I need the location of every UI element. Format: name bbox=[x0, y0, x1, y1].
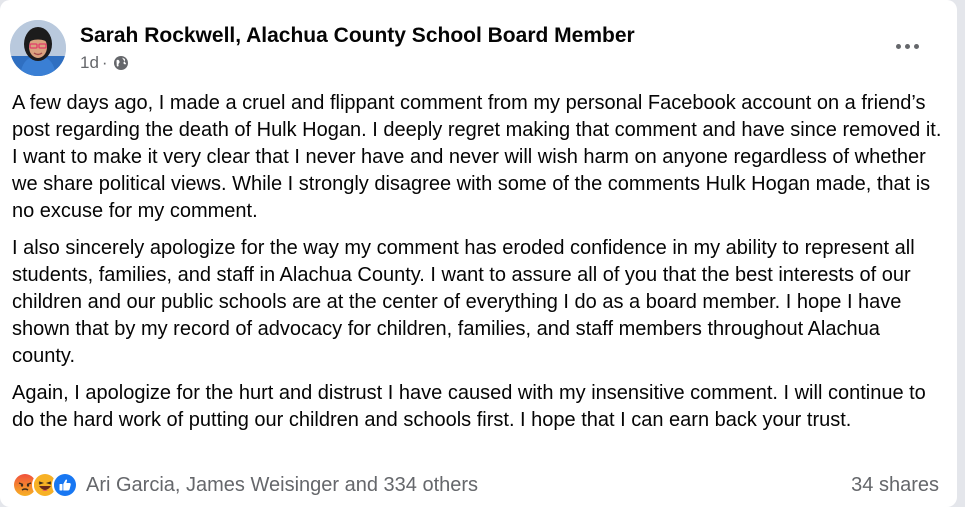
facebook-post-card: Sarah Rockwell, Alachua County School Bo… bbox=[0, 0, 957, 507]
more-options-icon[interactable] bbox=[889, 34, 925, 58]
dot-2 bbox=[904, 43, 910, 49]
post-paragraph-3: Again, I apologize for the hurt and dist… bbox=[12, 382, 926, 431]
reacted-by-text[interactable]: Ari Garcia, James Weisinger and 334 othe… bbox=[86, 474, 478, 497]
post-meta: 1d · bbox=[80, 53, 129, 73]
author-avatar[interactable] bbox=[10, 20, 66, 76]
post-body: A few days ago, I made a cruel and flipp… bbox=[12, 90, 947, 444]
dot-1 bbox=[895, 43, 901, 49]
post-header: Sarah Rockwell, Alachua County School Bo… bbox=[10, 20, 937, 78]
post-paragraph-2: I also sincerely apologize for the way m… bbox=[12, 237, 915, 367]
meta-separator: · bbox=[101, 53, 108, 72]
post-footer: Ari Garcia, James Weisinger and 334 othe… bbox=[12, 470, 939, 500]
post-time[interactable]: 1d bbox=[80, 53, 99, 73]
post-paragraph-1: A few days ago, I made a cruel and flipp… bbox=[12, 92, 942, 222]
dot-3 bbox=[913, 43, 919, 49]
shares-count[interactable]: 34 shares bbox=[851, 474, 939, 497]
like-reaction-icon bbox=[52, 472, 78, 498]
author-name[interactable]: Sarah Rockwell, Alachua County School Bo… bbox=[80, 24, 635, 48]
globe-icon[interactable] bbox=[113, 55, 129, 71]
reactions-summary[interactable] bbox=[12, 472, 78, 498]
